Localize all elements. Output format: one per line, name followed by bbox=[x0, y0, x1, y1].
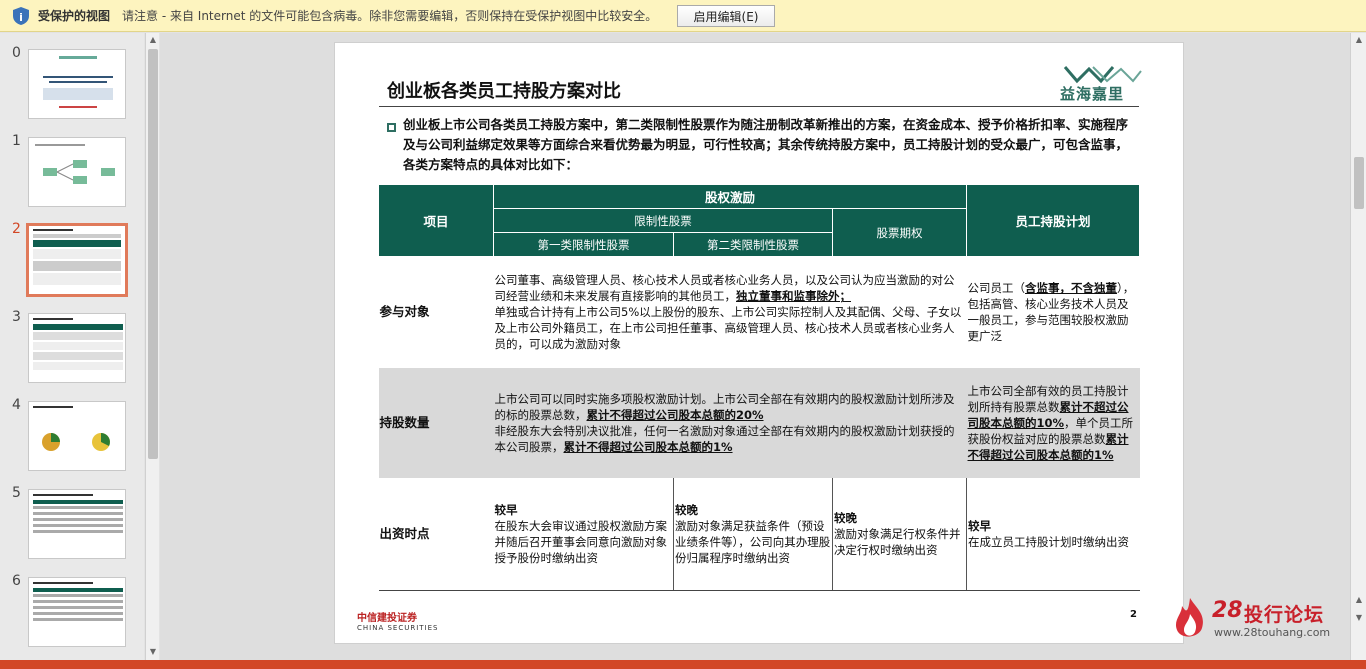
company-logo-icon bbox=[1063, 66, 1142, 84]
slide-title: 创业板各类员工持股方案对比 bbox=[387, 81, 621, 102]
slide: 创业板各类员工持股方案对比 益海嘉里 创业板上市公司各类员工持股方案中，第二类限… bbox=[334, 42, 1184, 644]
thumbnail-image[interactable] bbox=[28, 313, 126, 383]
cell-funding-type2: 较晚 激励对象满足获益条件（预设业绩条件等），公司向其办理股份归属程序时缴纳出资 bbox=[673, 477, 833, 591]
header-restricted-stock: 限制性股票 bbox=[493, 208, 833, 233]
banner-message: 请注意 - 来自 Internet 的文件可能包含病毒。除非您需要编辑，否则保持… bbox=[122, 9, 658, 23]
row-head-quantity: 持股数量 bbox=[378, 367, 494, 478]
cell-funding-option: 较晚 激励对象满足行权条件并决定行权时缴纳出资 bbox=[831, 477, 967, 591]
thumbnail-image[interactable] bbox=[28, 137, 126, 207]
cell-participants-equity: 公司董事、高级管理人员、核心技术人员或者核心业务人员，以及公司认为应当激励的对公… bbox=[494, 273, 962, 352]
thumbnail-image[interactable] bbox=[28, 49, 126, 119]
scroll-up-arrow-icon[interactable]: ▲ bbox=[1352, 33, 1366, 47]
cell-quantity-esop: 上市公司全部有效的员工持股计划所持有股票总数累计不超过公司股本总额的10%，单个… bbox=[966, 367, 1140, 478]
thumbnail-0[interactable]: 0 bbox=[0, 33, 144, 119]
thumbnail-number: 0 bbox=[12, 45, 21, 61]
table-row: 出资时点 较早 在股东大会审议通过股权激励方案并随后召开董事会同意向激励对象授予股… bbox=[378, 477, 1140, 591]
scrollbar-thumb[interactable] bbox=[1354, 157, 1364, 209]
intro-paragraph: 创业板上市公司各类员工持股方案中，第二类限制性股票作为随注册制改革新推出的方案，… bbox=[403, 117, 1129, 172]
previous-slide-icon[interactable]: ▲ bbox=[1352, 593, 1366, 607]
scrollbar-thumb[interactable] bbox=[148, 49, 158, 459]
bullet-square-icon bbox=[387, 123, 396, 132]
row-head-participants: 参与对象 bbox=[379, 304, 430, 320]
header-equity-incentive: 股权激励 bbox=[492, 184, 968, 209]
table-row: 参与对象 公司董事、高级管理人员、核心技术人员或者核心业务人员，以及公司认为应当… bbox=[379, 257, 1140, 368]
thumbnail-1[interactable]: 1 bbox=[0, 121, 144, 207]
cell-funding-esop: 较早 在成立员工持股计划时缴纳出资 bbox=[966, 477, 1140, 591]
thumbnail-2[interactable]: 2 bbox=[0, 209, 144, 297]
cell-funding-type1: 较早 在股东大会审议通过股权激励方案并随后召开董事会同意向激励对象授予股份时缴纳出… bbox=[493, 477, 674, 591]
svg-text:i: i bbox=[19, 11, 23, 24]
thumbnail-number: 6 bbox=[12, 573, 21, 589]
slide-thumbnail-pane: 0 1 2 3 4 5 6 bbox=[0, 33, 144, 660]
slide-page-number: 2 bbox=[1130, 609, 1137, 620]
banner-title: 受保护的视图 bbox=[38, 9, 111, 23]
company-logo-text: 益海嘉里 bbox=[1060, 85, 1125, 103]
status-bar bbox=[0, 660, 1366, 669]
header-item: 项目 bbox=[378, 184, 494, 257]
enable-editing-button[interactable]: 启用编辑(E) bbox=[677, 5, 775, 27]
header-esop: 员工持股计划 bbox=[966, 184, 1141, 257]
thumbnail-image[interactable] bbox=[28, 489, 126, 559]
slide-scrollbar[interactable]: ▲ ▲ ▼ bbox=[1350, 33, 1366, 660]
thumbnail-image[interactable] bbox=[28, 401, 126, 471]
forum-watermark: 28 投行论坛 www.28touhang.com bbox=[1172, 596, 1342, 646]
thumbnail-number: 1 bbox=[12, 133, 21, 149]
scroll-down-arrow-icon[interactable]: ▼ bbox=[146, 645, 160, 659]
watermark-number: 28 bbox=[1212, 598, 1243, 623]
row-head-funding-time: 出资时点 bbox=[378, 477, 494, 591]
thumbnail-number: 4 bbox=[12, 397, 21, 413]
thumbnail-4[interactable]: 4 bbox=[0, 385, 144, 471]
cell-quantity-equity: 上市公司可以同时实施多项股权激励计划。上市公司全部在有效期内的股权激励计划所涉及… bbox=[493, 367, 967, 478]
flame-icon bbox=[1175, 598, 1203, 637]
slide-editing-area: 创业板各类员工持股方案对比 益海嘉里 创业板上市公司各类员工持股方案中，第二类限… bbox=[160, 33, 1350, 660]
watermark-url: www.28touhang.com bbox=[1214, 626, 1331, 639]
thumbnail-number: 5 bbox=[12, 485, 21, 501]
thumbnail-3[interactable]: 3 bbox=[0, 297, 144, 383]
next-slide-icon[interactable]: ▼ bbox=[1352, 611, 1366, 625]
thumbnail-scrollbar[interactable]: ▲ ▼ bbox=[145, 33, 159, 660]
header-stock-option: 股票期权 bbox=[831, 208, 968, 257]
cell-participants-esop: 公司员工（含监事，不含独董），包括高管、核心业务技术人员及一般员工，参与范围较股… bbox=[967, 281, 1135, 344]
thumbnail-6[interactable]: 6 bbox=[0, 561, 144, 647]
thumbnail-number: 3 bbox=[12, 309, 21, 325]
thumbnail-number: 2 bbox=[12, 221, 21, 237]
thumbnail-image-selected[interactable] bbox=[26, 223, 128, 297]
shield-icon: i bbox=[13, 6, 29, 25]
watermark-text: 投行论坛 bbox=[1244, 604, 1325, 626]
title-divider bbox=[379, 106, 1139, 107]
scroll-up-arrow-icon[interactable]: ▲ bbox=[146, 33, 160, 47]
header-type2-restricted: 第二类限制性股票 bbox=[673, 232, 833, 257]
header-type1-restricted: 第一类限制性股票 bbox=[493, 232, 674, 257]
footer-company-logo: 中信建投证券 CHINA SECURITIES bbox=[357, 613, 439, 632]
thumbnail-image[interactable] bbox=[28, 577, 126, 647]
comparison-table: 项目 股权激励 员工持股计划 限制性股票 股票期权 第一类限制性股票 第二类限制… bbox=[378, 184, 1141, 591]
thumbnail-5[interactable]: 5 bbox=[0, 473, 144, 559]
table-row: 持股数量 上市公司可以同时实施多项股权激励计划。上市公司全部在有效期内的股权激励… bbox=[378, 367, 1140, 478]
protected-view-banner: i 受保护的视图 请注意 - 来自 Internet 的文件可能包含病毒。除非您… bbox=[0, 0, 1366, 32]
